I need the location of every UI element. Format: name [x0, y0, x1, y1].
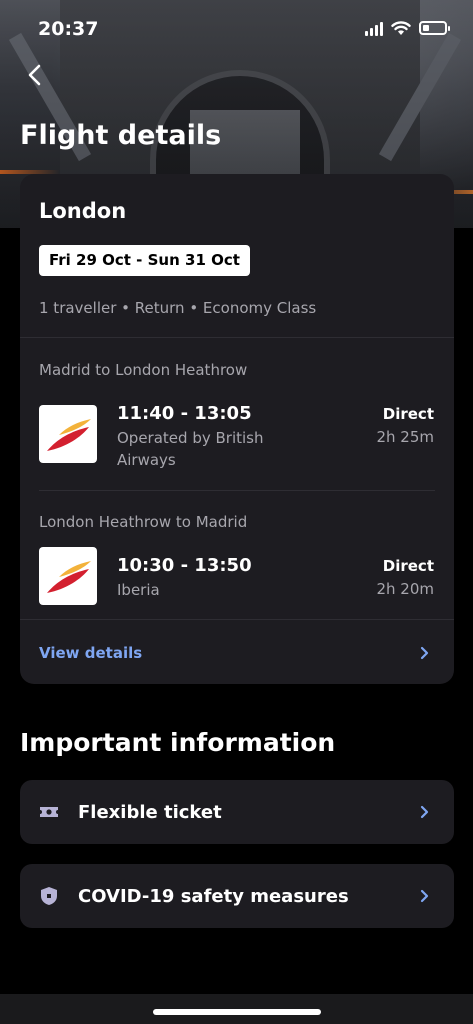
leg-times: 11:40 - 13:05 [117, 403, 252, 424]
divider [20, 619, 454, 620]
shield-icon [41, 887, 57, 905]
leg-times: 10:30 - 13:50 [117, 555, 252, 576]
view-details-link[interactable]: View details [39, 644, 142, 662]
info-label: COVID-19 safety measures [78, 886, 349, 907]
status-bar: 20:37 [0, 0, 473, 60]
battery-icon [419, 21, 450, 35]
home-indicator[interactable] [153, 1009, 321, 1015]
destination-city: London [39, 199, 127, 223]
flexible-ticket-row[interactable]: Flexible ticket [20, 780, 454, 844]
leg-carrier: Iberia [117, 581, 160, 599]
status-time: 20:37 [38, 18, 99, 40]
page-title: Flight details [20, 120, 222, 151]
info-label: Flexible ticket [78, 802, 222, 823]
chevron-right-icon [420, 805, 429, 819]
covid-safety-row[interactable]: COVID-19 safety measures [20, 864, 454, 928]
airline-logo [39, 547, 97, 605]
iberia-logo-icon [47, 419, 91, 451]
flight-card: London Fri 29 Oct - Sun 31 Oct 1 travell… [20, 174, 454, 684]
back-chevron-icon[interactable] [22, 62, 48, 88]
airline-logo [39, 405, 97, 463]
wifi-icon [391, 20, 411, 35]
leg-carrier: Operated by British Airways [117, 429, 264, 469]
leg-stops: Direct [382, 405, 434, 423]
signal-icon [365, 20, 383, 36]
date-range-badge: Fri 29 Oct - Sun 31 Oct [39, 245, 250, 276]
leg-duration: 2h 20m [376, 580, 434, 598]
chevron-right-icon [420, 889, 429, 903]
leg-title-outbound: Madrid to London Heathrow [39, 361, 248, 379]
chevron-right-icon[interactable] [418, 646, 432, 660]
ticket-icon [40, 807, 58, 817]
leg-duration: 2h 25m [376, 428, 434, 446]
leg-stops: Direct [382, 557, 434, 575]
divider [39, 490, 435, 491]
divider [20, 337, 454, 338]
iberia-logo-icon [47, 561, 91, 593]
trip-meta: 1 traveller • Return • Economy Class [39, 299, 317, 317]
section-title: Important information [20, 728, 336, 757]
leg-title-return: London Heathrow to Madrid [39, 513, 248, 531]
